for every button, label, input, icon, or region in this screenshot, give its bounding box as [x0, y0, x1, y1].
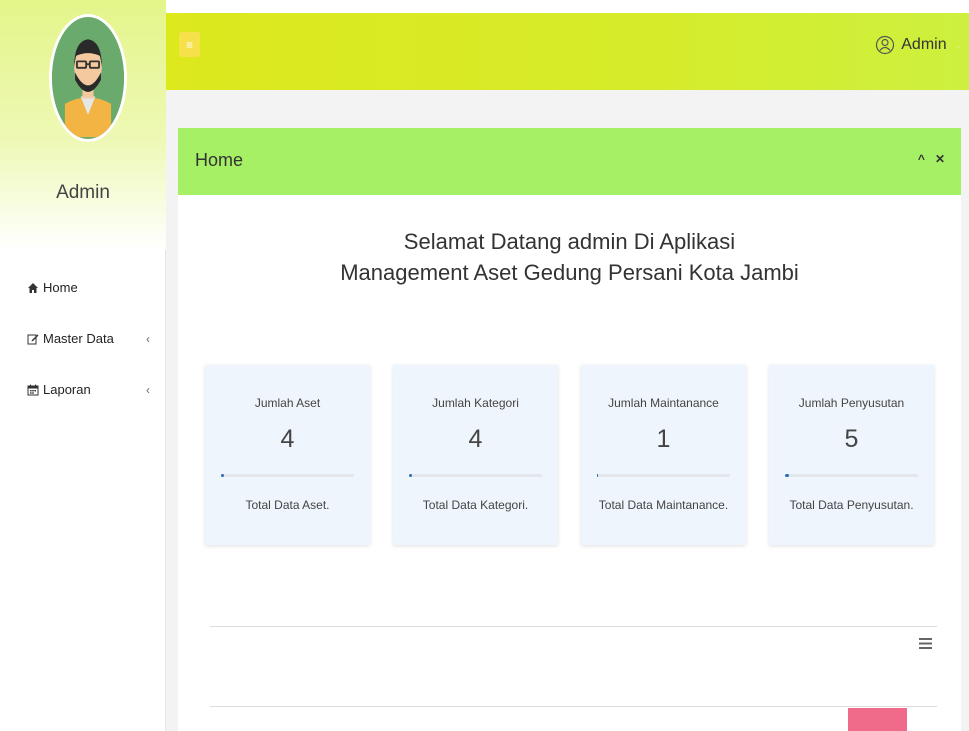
sidebar-item-label: Home — [43, 280, 78, 295]
user-avatar-icon — [49, 14, 127, 142]
stat-card-title: Jumlah Aset — [254, 396, 321, 410]
home-panel: Home ^ ✕ Selamat Datang admin Di Aplikas… — [178, 128, 961, 731]
stat-card-title: Jumlah Kategori — [432, 396, 519, 410]
stat-card-value: 5 — [844, 425, 859, 453]
chevron-left-icon: ‹ — [146, 382, 150, 397]
stat-card-title: Jumlah Penyusutan — [798, 396, 905, 410]
chevron-left-icon: ‹ — [146, 331, 150, 346]
sidebar-item-home[interactable]: Home — [0, 262, 166, 313]
divider — [210, 626, 937, 627]
calendar-icon — [27, 384, 39, 396]
stat-card-aset: Jumlah Aset 4 Total Data Aset. — [205, 365, 370, 545]
progress-bar — [597, 474, 730, 477]
stat-card-title: Jumlah Maintanance — [608, 396, 719, 410]
chart-bar — [848, 708, 907, 731]
progress-fill — [785, 474, 789, 477]
panel-title: Home — [195, 150, 244, 170]
profile-name: Admin — [56, 182, 110, 203]
chevron-down-icon: ⌄ — [954, 39, 963, 51]
progress-bar — [409, 474, 542, 477]
sidebar: Admin Home Master Data ‹ Laporan ‹ — [0, 0, 166, 731]
stat-card-value: 1 — [656, 425, 671, 453]
stat-card-footer: Total Data Kategori. — [422, 498, 529, 512]
user-outline-icon — [875, 35, 895, 55]
panel-header: Home ^ ✕ — [178, 128, 961, 195]
progress-bar — [221, 474, 354, 477]
sidebar-profile: Admin — [0, 0, 166, 250]
stat-card-value: 4 — [280, 425, 295, 453]
collapse-icon[interactable]: ^ — [918, 152, 925, 166]
progress-fill — [409, 474, 412, 477]
edit-icon — [27, 333, 39, 345]
welcome-line-1: Selamat Datang admin Di Aplikasi — [403, 229, 736, 254]
hamburger-menu-icon[interactable] — [919, 637, 932, 650]
sidebar-menu: Home Master Data ‹ Laporan ‹ — [0, 262, 166, 415]
panel-tools: ^ ✕ — [918, 152, 945, 166]
sidebar-item-label: Master Data — [43, 331, 114, 346]
home-icon — [27, 282, 39, 294]
stat-card-value: 4 — [468, 425, 483, 453]
menu-toggle-button[interactable]: ≡ — [179, 32, 200, 57]
progress-bar — [785, 474, 918, 477]
stat-card-footer: Total Data Aset. — [245, 498, 330, 512]
user-menu-label: Admin — [901, 36, 947, 53]
stat-card-footer: Total Data Maintanance. — [598, 498, 729, 512]
close-icon[interactable]: ✕ — [935, 152, 945, 166]
sidebar-item-master-data[interactable]: Master Data ‹ — [0, 313, 166, 364]
welcome-message: Selamat Datang admin Di Aplikasi Managem… — [178, 226, 961, 288]
progress-fill — [597, 474, 599, 477]
menu-toggle-icon: ≡ — [185, 37, 193, 52]
topbar: ≡ Admin ⌄ — [166, 13, 969, 90]
divider — [210, 706, 937, 707]
stat-card-maintanance: Jumlah Maintanance 1 Total Data Maintana… — [581, 365, 746, 545]
progress-fill — [221, 474, 224, 477]
stat-card-penyusutan: Jumlah Penyusutan 5 Total Data Penyusuta… — [769, 365, 934, 545]
sidebar-item-label: Laporan — [43, 382, 91, 397]
user-menu[interactable]: Admin ⌄ — [875, 35, 963, 55]
welcome-line-2: Management Aset Gedung Persani Kota Jamb… — [340, 260, 799, 285]
stat-card-kategori: Jumlah Kategori 4 Total Data Kategori. — [393, 365, 558, 545]
sidebar-item-laporan[interactable]: Laporan ‹ — [0, 364, 166, 415]
stat-card-footer: Total Data Penyusutan. — [789, 498, 914, 512]
